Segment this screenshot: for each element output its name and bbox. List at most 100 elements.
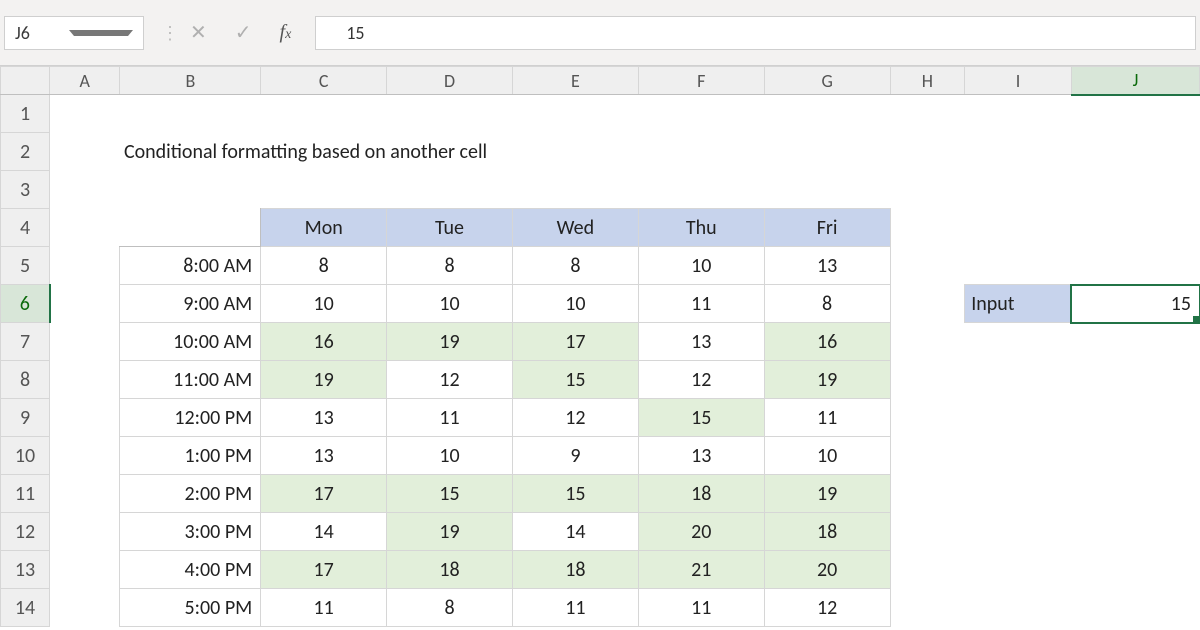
- time-cell[interactable]: 9:00 AM: [120, 285, 261, 323]
- cell[interactable]: [965, 399, 1072, 437]
- time-cell[interactable]: 10:00 AM: [120, 323, 261, 361]
- row-header[interactable]: 4: [1, 209, 50, 247]
- value-cell[interactable]: 8: [387, 589, 513, 627]
- value-cell[interactable]: 16: [764, 323, 890, 361]
- cell[interactable]: [965, 513, 1072, 551]
- value-cell[interactable]: 15: [387, 475, 513, 513]
- cell[interactable]: [50, 209, 120, 247]
- col-header-G[interactable]: G: [764, 67, 890, 95]
- value-cell[interactable]: 12: [387, 361, 513, 399]
- cell[interactable]: [890, 285, 965, 323]
- time-cell[interactable]: 11:00 AM: [120, 361, 261, 399]
- value-cell[interactable]: 10: [512, 285, 638, 323]
- cell[interactable]: [512, 95, 638, 133]
- col-header-D[interactable]: D: [387, 67, 513, 95]
- cell[interactable]: [50, 361, 120, 399]
- row-header[interactable]: 12: [1, 513, 50, 551]
- value-cell[interactable]: 11: [512, 589, 638, 627]
- cell[interactable]: [50, 513, 120, 551]
- fx-icon[interactable]: fx: [280, 21, 292, 44]
- cell[interactable]: [965, 247, 1072, 285]
- cell[interactable]: [1071, 589, 1199, 627]
- cell[interactable]: [50, 247, 120, 285]
- value-cell[interactable]: 8: [387, 247, 513, 285]
- check-icon[interactable]: ✓: [235, 20, 252, 45]
- input-value-cell[interactable]: 15: [1071, 285, 1199, 323]
- cell[interactable]: [1071, 551, 1199, 589]
- title-cell[interactable]: Conditional formatting based on another …: [120, 133, 890, 171]
- value-cell[interactable]: 15: [638, 399, 764, 437]
- cell[interactable]: [50, 437, 120, 475]
- time-cell[interactable]: 1:00 PM: [120, 437, 261, 475]
- value-cell[interactable]: 18: [764, 513, 890, 551]
- cell[interactable]: [1071, 437, 1199, 475]
- cell[interactable]: [1071, 95, 1199, 133]
- value-cell[interactable]: 11: [638, 589, 764, 627]
- value-cell[interactable]: 19: [764, 475, 890, 513]
- cell[interactable]: [890, 551, 965, 589]
- value-cell[interactable]: 18: [512, 551, 638, 589]
- cell[interactable]: [50, 399, 120, 437]
- value-cell[interactable]: 17: [261, 475, 387, 513]
- value-cell[interactable]: 16: [261, 323, 387, 361]
- time-cell[interactable]: 2:00 PM: [120, 475, 261, 513]
- value-cell[interactable]: 13: [261, 399, 387, 437]
- value-cell[interactable]: 9: [512, 437, 638, 475]
- cell[interactable]: [50, 133, 120, 171]
- row-header[interactable]: 11: [1, 475, 50, 513]
- day-header[interactable]: Tue: [387, 209, 513, 247]
- cell[interactable]: [1071, 513, 1199, 551]
- cell[interactable]: [1071, 399, 1199, 437]
- cell[interactable]: [261, 95, 387, 133]
- value-cell[interactable]: 17: [261, 551, 387, 589]
- cell[interactable]: [890, 323, 965, 361]
- cancel-icon[interactable]: ✕: [190, 20, 207, 45]
- cell[interactable]: [120, 209, 261, 247]
- value-cell[interactable]: 20: [764, 551, 890, 589]
- value-cell[interactable]: 18: [638, 475, 764, 513]
- value-cell[interactable]: 13: [638, 437, 764, 475]
- cell[interactable]: [387, 95, 513, 133]
- value-cell[interactable]: 14: [512, 513, 638, 551]
- value-cell[interactable]: 10: [261, 285, 387, 323]
- row-header[interactable]: 3: [1, 171, 50, 209]
- col-header-A[interactable]: A: [50, 67, 120, 95]
- cell[interactable]: [1071, 133, 1199, 171]
- cell[interactable]: [50, 171, 1200, 209]
- value-cell[interactable]: 10: [387, 437, 513, 475]
- chevron-down-icon[interactable]: [69, 30, 133, 36]
- cell[interactable]: [1071, 247, 1199, 285]
- value-cell[interactable]: 15: [512, 361, 638, 399]
- col-header-F[interactable]: F: [638, 67, 764, 95]
- cell[interactable]: [890, 133, 965, 171]
- cell[interactable]: [1071, 209, 1199, 247]
- value-cell[interactable]: 10: [764, 437, 890, 475]
- value-cell[interactable]: 12: [764, 589, 890, 627]
- select-all-corner[interactable]: [1, 67, 50, 95]
- value-cell[interactable]: 19: [764, 361, 890, 399]
- time-cell[interactable]: 4:00 PM: [120, 551, 261, 589]
- value-cell[interactable]: 8: [512, 247, 638, 285]
- cell[interactable]: [1071, 475, 1199, 513]
- value-cell[interactable]: 19: [387, 323, 513, 361]
- row-header[interactable]: 5: [1, 247, 50, 285]
- value-cell[interactable]: 12: [512, 399, 638, 437]
- value-cell[interactable]: 19: [261, 361, 387, 399]
- value-cell[interactable]: 11: [261, 589, 387, 627]
- cell[interactable]: [890, 361, 965, 399]
- col-header-B[interactable]: B: [120, 67, 261, 95]
- cell[interactable]: [120, 95, 261, 133]
- row-header[interactable]: 2: [1, 133, 50, 171]
- cell[interactable]: [50, 95, 120, 133]
- cell[interactable]: [965, 551, 1072, 589]
- time-cell[interactable]: 3:00 PM: [120, 513, 261, 551]
- cell[interactable]: [50, 323, 120, 361]
- cell[interactable]: [965, 437, 1072, 475]
- row-header[interactable]: 9: [1, 399, 50, 437]
- cell[interactable]: [890, 589, 965, 627]
- value-cell[interactable]: 13: [638, 323, 764, 361]
- value-cell[interactable]: 8: [261, 247, 387, 285]
- row-header[interactable]: 10: [1, 437, 50, 475]
- day-header[interactable]: Wed: [512, 209, 638, 247]
- input-label-cell[interactable]: Input: [965, 285, 1072, 323]
